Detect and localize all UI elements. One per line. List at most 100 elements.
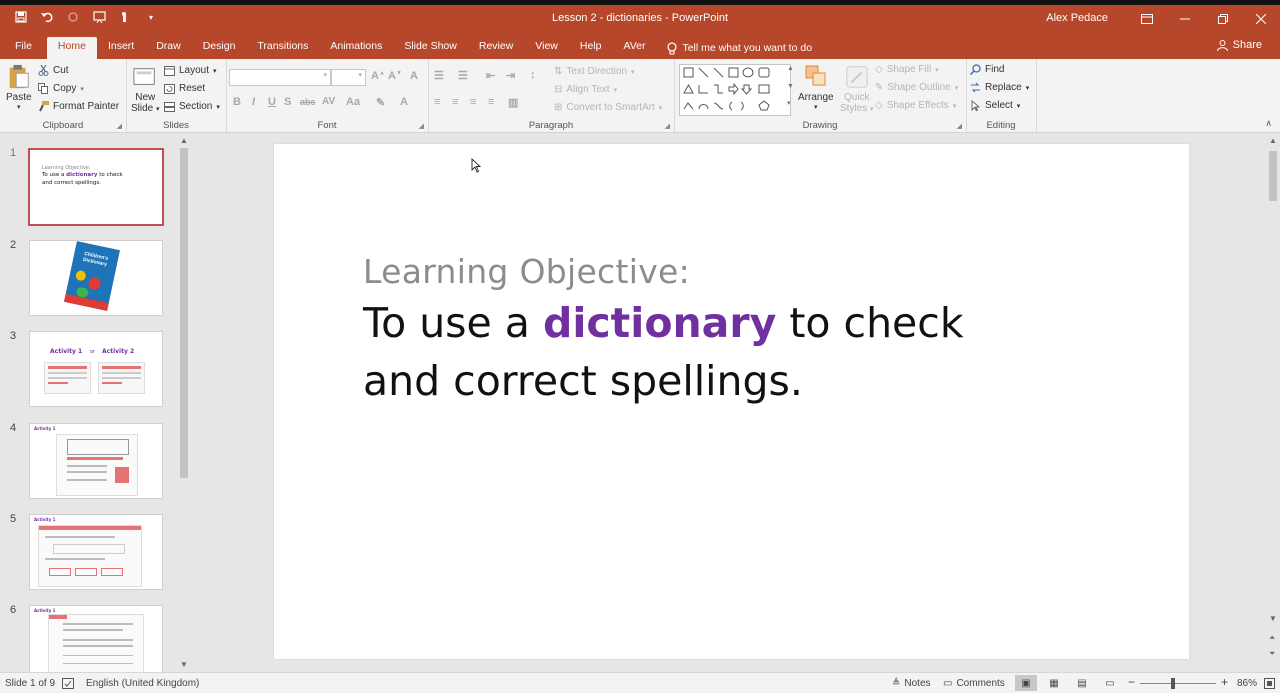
replace-button[interactable]: Replace ▾ (970, 82, 1029, 93)
slide-thumbnail-3[interactable]: Activity 1 or Activity 2 (29, 331, 163, 407)
italic-icon[interactable]: I (252, 96, 255, 108)
decrease-indent-icon[interactable]: ⇤ (486, 69, 495, 82)
font-size-box[interactable]: ▾ (331, 69, 366, 86)
restore-icon[interactable] (1204, 5, 1242, 32)
tab-animations[interactable]: Animations (319, 37, 393, 59)
zoom-level[interactable]: 86% (1237, 678, 1257, 689)
layout-button[interactable]: Layout ▾ (164, 65, 217, 76)
slide-thumbnail-1[interactable]: Learning Objective: To use a dictionary … (28, 148, 164, 226)
slide-title-text[interactable]: Learning Objective: (363, 252, 690, 291)
tab-insert[interactable]: Insert (97, 37, 145, 59)
dialog-launcher-icon[interactable]: ◢ (665, 122, 670, 130)
next-slide-icon[interactable]: ⏷ (1269, 649, 1275, 659)
decrease-font-size-icon[interactable]: A▼ (388, 70, 402, 82)
zoom-out-icon[interactable]: − (1128, 675, 1135, 689)
zoom-slider[interactable] (1140, 683, 1216, 684)
slide-sorter-icon[interactable]: ▦ (1043, 675, 1065, 691)
previous-slide-icon[interactable]: ⏶ (1269, 633, 1275, 643)
section-button[interactable]: Section ▾ (164, 101, 220, 112)
underline-icon[interactable]: U (268, 96, 276, 108)
tell-me-search[interactable]: Tell me what you want to do (656, 37, 823, 59)
bullets-icon[interactable]: ☰ (434, 69, 444, 82)
user-name[interactable]: Alex Pedace (1046, 12, 1108, 24)
reading-view-icon[interactable]: ▤ (1071, 675, 1093, 691)
slide-thumbnail-6[interactable]: Activity 1 (29, 605, 163, 681)
dialog-launcher-icon[interactable]: ◢ (957, 122, 962, 130)
numbering-icon[interactable]: ☰ (458, 69, 468, 82)
language-indicator[interactable]: English (United Kingdom) (86, 678, 199, 689)
quick-styles-button[interactable]: Quick Styles ▾ (840, 64, 874, 115)
paste-button[interactable]: Paste ▾ (6, 64, 32, 111)
tab-transitions[interactable]: Transitions (246, 37, 319, 59)
font-name-box[interactable]: ▾ (229, 69, 331, 86)
align-left-icon[interactable]: ≡ (434, 96, 440, 108)
select-button[interactable]: Select ▾ (970, 100, 1020, 111)
scroll-up-icon[interactable]: ▲ (180, 136, 188, 145)
zoom-in-icon[interactable]: + (1221, 675, 1228, 689)
arrange-button[interactable]: Arrange ▾ (798, 64, 834, 111)
clear-formatting-icon[interactable]: A (410, 70, 418, 82)
scrollbar-thumb[interactable] (1269, 151, 1277, 201)
scroll-up-icon[interactable]: ▲ (1269, 136, 1277, 145)
increase-font-size-icon[interactable]: A▲ (371, 70, 385, 82)
gallery-up-icon[interactable]: ▲ (787, 65, 794, 72)
shapes-gallery[interactable] (679, 64, 791, 116)
close-icon[interactable] (1242, 5, 1280, 32)
scroll-down-icon[interactable]: ▼ (1269, 614, 1277, 623)
tab-draw[interactable]: Draw (145, 37, 192, 59)
character-spacing-icon[interactable]: AV (322, 96, 335, 107)
normal-view-icon[interactable]: ▣ (1015, 675, 1037, 691)
tab-design[interactable]: Design (192, 37, 247, 59)
ribbon-display-options-icon[interactable] (1128, 5, 1166, 32)
tab-help[interactable]: Help (569, 37, 613, 59)
font-color-icon[interactable]: A (400, 96, 408, 108)
collapse-ribbon-icon[interactable]: ∧ (1265, 118, 1272, 129)
shape-fill-button[interactable]: ◇ Shape Fill ▾ (875, 64, 939, 75)
scroll-down-icon[interactable]: ▼ (180, 660, 188, 669)
align-text-button[interactable]: ⊟ Align Text ▾ (554, 84, 617, 95)
spell-check-icon[interactable] (62, 678, 74, 689)
slideshow-view-icon[interactable]: ▭ (1099, 675, 1121, 691)
find-button[interactable]: Find (970, 64, 1004, 75)
highlight-icon[interactable]: ✎ (376, 96, 385, 109)
format-painter-button[interactable]: Format Painter (38, 101, 119, 112)
shape-outline-button[interactable]: ✎ Shape Outline ▾ (875, 82, 958, 93)
line-spacing-icon[interactable]: ↕ (530, 69, 536, 81)
tab-home[interactable]: Home (46, 37, 97, 59)
slide-body-text[interactable]: To use a dictionary to check and correct… (363, 294, 964, 410)
comments-button[interactable]: ▭ Comments (943, 678, 1005, 689)
reset-button[interactable]: Reset (164, 83, 205, 94)
cut-button[interactable]: Cut (38, 65, 69, 76)
tab-review[interactable]: Review (468, 37, 524, 59)
tab-slide-show[interactable]: Slide Show (393, 37, 468, 59)
dialog-launcher-icon[interactable]: ◢ (117, 122, 122, 130)
justify-icon[interactable]: ≡ (488, 96, 494, 108)
slide-thumbnail-5[interactable]: Activity 1 (29, 514, 163, 590)
columns-icon[interactable]: ▥ (508, 96, 518, 109)
gallery-down-icon[interactable]: ▼ (787, 83, 794, 90)
gallery-more-icon[interactable]: ▾ (787, 99, 791, 107)
share-button[interactable]: Share (1216, 39, 1262, 51)
increase-indent-icon[interactable]: ⇥ (506, 69, 515, 82)
zoom-slider-thumb[interactable] (1171, 678, 1175, 689)
align-right-icon[interactable]: ≡ (470, 96, 476, 108)
slide-thumbnail-4[interactable]: Activity 1 (29, 423, 163, 499)
new-slide-button[interactable]: New Slide ▾ (131, 64, 160, 115)
minimize-icon[interactable] (1166, 5, 1204, 32)
thumbnails-scrollbar[interactable]: ▲ ▼ (177, 133, 191, 672)
shape-effects-button[interactable]: ◇ Shape Effects ▾ (875, 100, 956, 111)
align-center-icon[interactable]: ≡ (452, 96, 458, 108)
tab-view[interactable]: View (524, 37, 569, 59)
copy-button[interactable]: Copy ▾ (38, 83, 84, 94)
editor-scrollbar[interactable]: ▲ ▼ ⏶ ⏷ (1266, 133, 1280, 672)
dialog-launcher-icon[interactable]: ◢ (419, 122, 424, 130)
tab-aver[interactable]: AVer (612, 37, 656, 59)
convert-smartart-button[interactable]: ⊞ Convert to SmartArt ▾ (554, 102, 662, 113)
fit-to-window-icon[interactable] (1264, 678, 1275, 689)
change-case-icon[interactable]: Aa (346, 96, 360, 108)
slide-thumbnail-2[interactable]: Children's Dictionary (29, 240, 163, 316)
bold-icon[interactable]: B (233, 96, 241, 108)
scrollbar-thumb[interactable] (180, 148, 188, 478)
text-shadow-icon[interactable]: S (284, 96, 291, 108)
strikethrough-icon[interactable]: abc (300, 97, 316, 107)
